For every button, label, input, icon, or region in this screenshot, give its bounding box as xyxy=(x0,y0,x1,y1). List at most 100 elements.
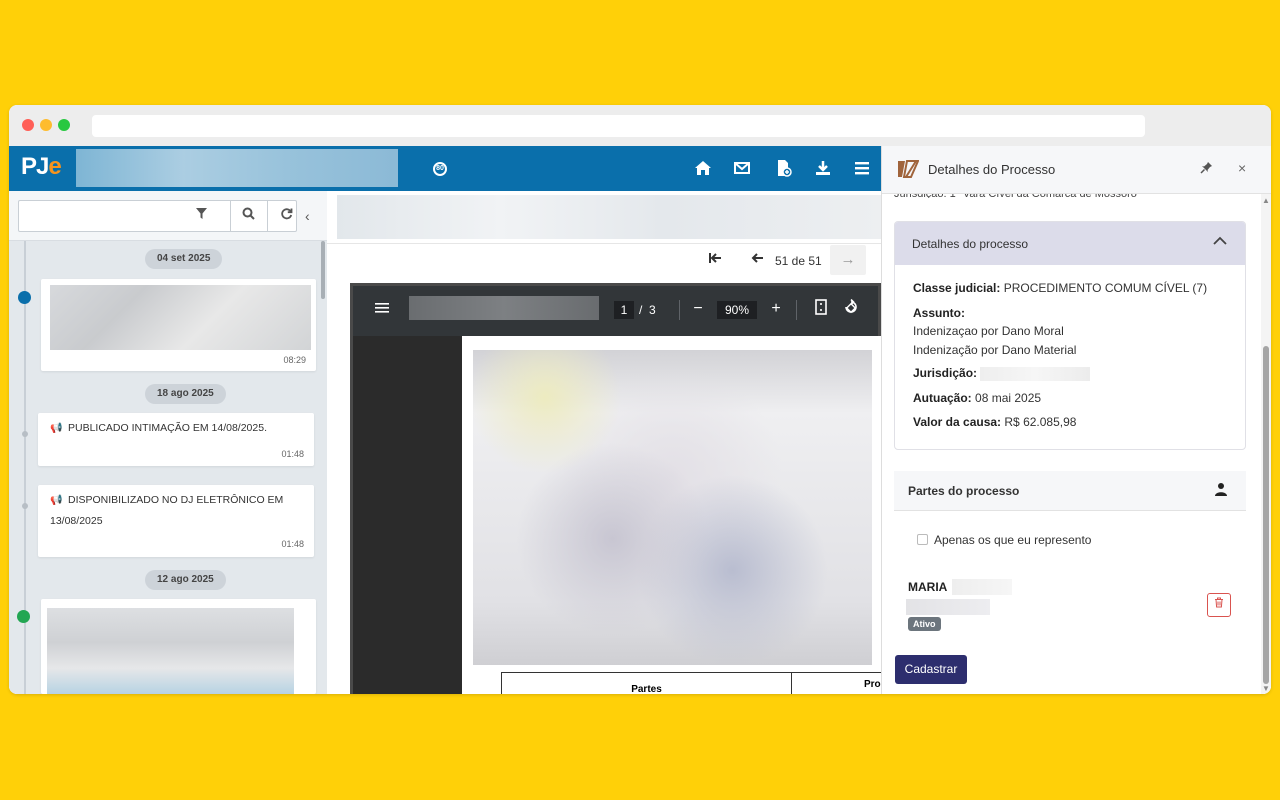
badge-icon[interactable]: 80 xyxy=(433,162,447,176)
pdf-zoom-input[interactable]: 90% xyxy=(717,301,757,319)
user-icon[interactable] xyxy=(1214,482,1228,499)
jurisdicao-field: Jurisdição: xyxy=(913,366,1091,381)
timeline-card[interactable]: 📢 PUBLICADO INTIMAÇÃO EM 14/08/2025. 01:4… xyxy=(38,413,314,466)
card-message: 📢 DISPONIBILIZADO NO DJ ELETRÔNICO EM 13/0… xyxy=(50,490,283,532)
process-details-panel: Jurisdição: 1ª Vara Cível da Comarca de … xyxy=(881,146,1271,694)
logo-text: PJ xyxy=(21,153,49,180)
previous-document-icon[interactable] xyxy=(744,248,770,274)
timeline-search-input[interactable] xyxy=(18,200,297,232)
panel-scrollbar[interactable] xyxy=(1263,346,1269,684)
redacted-pdf-content xyxy=(473,350,872,665)
field-label: Classe judicial: xyxy=(913,281,1001,295)
pje-panel-logo-icon xyxy=(897,159,920,179)
timeline-card[interactable] xyxy=(41,599,316,694)
home-icon[interactable] xyxy=(693,159,713,179)
field-label: Jurisdição: xyxy=(913,366,978,380)
logo-accent: e xyxy=(48,153,61,180)
zoom-out-icon[interactable]: − xyxy=(689,299,707,319)
represent-checkbox[interactable] xyxy=(917,534,928,545)
redacted-document-header xyxy=(337,195,881,239)
card-message-text: 13/08/2025 xyxy=(50,515,103,527)
field-label: Assunto: xyxy=(913,306,965,320)
process-details-accordion: Detalhes do processo Classe judicial: PR… xyxy=(894,221,1246,450)
timeline-dot xyxy=(17,610,30,623)
close-icon[interactable]: × xyxy=(1238,160,1246,176)
card-time: 01:48 xyxy=(281,539,304,549)
pdf-table-header: Partes Pro xyxy=(501,672,881,694)
chevron-up-icon[interactable] xyxy=(1213,234,1227,251)
field-value: 08 mai 2025 xyxy=(975,391,1042,405)
timeline-search-row: ‹ xyxy=(9,191,327,241)
close-window-button[interactable] xyxy=(22,119,34,131)
timeline-pane: ‹ 04 set 2025 08:29 18 ago 2025 📢 PUBLICA… xyxy=(9,191,327,694)
pin-icon[interactable] xyxy=(1200,161,1213,177)
download-icon[interactable] xyxy=(813,159,833,179)
pje-app: PJe 80 ‹ 04 set 2025 08:29 18 ago 2025 📢… xyxy=(9,146,1271,694)
browser-window: PJe 80 ‹ 04 set 2025 08:29 18 ago 2025 📢… xyxy=(9,105,1271,694)
pje-logo[interactable]: PJe xyxy=(21,153,62,181)
redacted-document-thumbnail xyxy=(50,285,311,350)
redacted-party-role xyxy=(906,599,990,615)
accordion-header[interactable]: Detalhes do processo xyxy=(895,222,1245,265)
trash-icon[interactable] xyxy=(1207,593,1231,617)
party-name: MARIA xyxy=(908,580,948,594)
first-document-icon[interactable] xyxy=(702,248,728,274)
divider xyxy=(796,300,797,320)
filter-icon[interactable] xyxy=(192,207,210,225)
timeline-scrollbar[interactable] xyxy=(321,241,325,299)
refresh-icon[interactable] xyxy=(277,207,295,225)
divider xyxy=(267,201,268,231)
table-header-cell: Partes xyxy=(502,673,792,694)
field-value: R$ 62.085,98 xyxy=(1004,415,1077,429)
card-time: 08:29 xyxy=(283,355,306,365)
pdf-page-input[interactable]: 1 xyxy=(614,301,634,319)
pdf-page-total: / 3 xyxy=(639,301,656,319)
timeline-line xyxy=(24,241,26,694)
accordion-title: Detalhes do processo xyxy=(912,237,1029,251)
document-add-icon[interactable] xyxy=(773,159,793,179)
partes-title: Partes do processo xyxy=(908,484,1020,498)
timeline-card[interactable]: 08:29 xyxy=(41,279,316,371)
checkbox-label: Apenas os que eu represento xyxy=(934,533,1092,547)
redacted-pdf-title xyxy=(409,296,599,320)
divider xyxy=(230,201,231,231)
redacted-document-thumbnail xyxy=(47,608,294,694)
minimize-window-button[interactable] xyxy=(40,119,52,131)
pdf-viewer: 1 / 3 − 90% + Partes Pro xyxy=(350,283,881,694)
timeline-dot xyxy=(22,431,28,437)
zoom-in-icon[interactable]: + xyxy=(767,299,785,319)
megaphone-icon: 📢 xyxy=(50,423,63,434)
scroll-up-arrow-icon[interactable]: ▲ xyxy=(1262,196,1270,205)
valor-field: Valor da causa: R$ 62.085,98 xyxy=(913,415,1076,429)
represent-filter[interactable]: Apenas os que eu represento xyxy=(917,533,1091,547)
status-badge: Ativo xyxy=(908,617,941,631)
pdf-menu-icon[interactable] xyxy=(375,301,389,319)
document-count: 51 de 51 xyxy=(775,254,822,268)
card-message: 📢 PUBLICADO INTIMAÇÃO EM 14/08/2025. xyxy=(50,418,267,439)
timeline-dot xyxy=(22,503,28,509)
search-icon[interactable] xyxy=(239,207,257,225)
next-document-button[interactable]: → xyxy=(830,245,866,275)
menu-icon[interactable] xyxy=(852,159,872,179)
timeline-dot xyxy=(18,291,31,304)
collapse-chevron-icon[interactable]: ‹ xyxy=(305,208,310,224)
redacted-process-title xyxy=(76,149,398,187)
megaphone-icon: 📢 xyxy=(50,495,63,506)
pdf-page-count: 3 xyxy=(649,303,656,317)
divider xyxy=(679,300,680,320)
cadastrar-button[interactable]: Cadastrar xyxy=(895,655,967,684)
scroll-down-arrow-icon[interactable]: ▼ xyxy=(1262,684,1270,693)
address-bar[interactable] xyxy=(92,115,1145,137)
fit-page-icon[interactable] xyxy=(812,299,830,319)
card-message-text: PUBLICADO INTIMAÇÃO EM 14/08/2025. xyxy=(68,422,267,434)
autuacao-field: Autuação: 08 mai 2025 xyxy=(913,391,1041,405)
maximize-window-button[interactable] xyxy=(58,119,70,131)
assunto-field: Assunto: xyxy=(913,306,965,320)
field-label: Autuação: xyxy=(913,391,972,405)
timeline-card[interactable]: 📢 DISPONIBILIZADO NO DJ ELETRÔNICO EM 13/0… xyxy=(38,485,314,557)
document-navigator: 51 de 51 → xyxy=(327,243,881,277)
panel-title: Detalhes do Processo xyxy=(928,162,1056,177)
document-viewer-area: 51 de 51 → 1 / 3 − 90% + Partes Pro xyxy=(327,191,881,694)
mail-icon[interactable] xyxy=(732,159,752,179)
rotate-icon[interactable] xyxy=(842,298,860,319)
